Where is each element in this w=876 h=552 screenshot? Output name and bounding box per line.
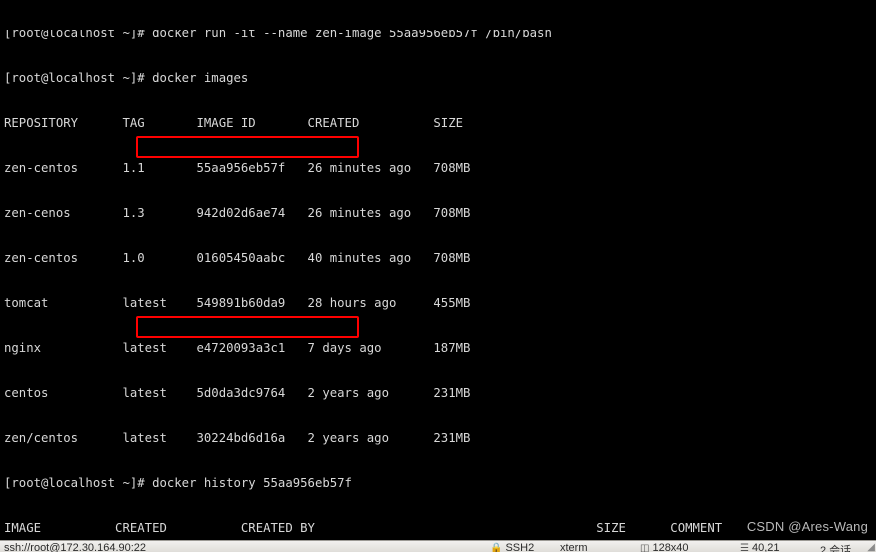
- status-connection: ssh://root@172.30.164.90:22: [4, 542, 147, 552]
- table-row: zen/centos latest 30224bd6d16a 2 years a…: [4, 431, 471, 445]
- status-size-label: 128x40: [652, 542, 689, 552]
- terminal-line-command: [root@localhost ~]# docker history 55aa9…: [4, 476, 352, 490]
- csdn-watermark: CSDN @Ares-Wang: [746, 519, 868, 534]
- terminal-line: [root@localhost ~]# docker run -it --nam…: [4, 30, 552, 40]
- status-terminal-type-label: xterm: [560, 542, 588, 552]
- terminal-output[interactable]: [root@localhost ~]# docker run -it --nam…: [0, 0, 876, 540]
- table-row: zen-centos 1.0 01605450aabc 40 minutes a…: [4, 251, 471, 265]
- terminal-size-icon: ◫: [640, 542, 650, 552]
- table-row: tomcat latest 549891b60da9 28 hours ago …: [4, 296, 471, 310]
- status-position[interactable]: ☰ 40,21: [740, 542, 780, 552]
- terminal-window: [root@localhost ~]# docker run -it --nam…: [0, 0, 876, 552]
- resize-grip-icon[interactable]: ◢: [867, 542, 875, 552]
- status-sessions-label: 2 会话: [820, 545, 852, 552]
- status-protocol-label: SSH2: [505, 542, 535, 552]
- status-sessions[interactable]: 2 会话: [820, 542, 851, 552]
- status-size[interactable]: ◫ 128x40: [640, 542, 689, 552]
- status-bar: ssh://root@172.30.164.90:22 🔒 SSH2 xterm…: [0, 540, 876, 552]
- table-row: zen-cenos 1.3 942d02d6ae74 26 minutes ag…: [4, 206, 471, 220]
- status-protocol[interactable]: 🔒 SSH2: [490, 542, 534, 552]
- images-table-header: REPOSITORY TAG IMAGE ID CREATED SIZE: [4, 116, 464, 130]
- history-table-header: IMAGE CREATED CREATED BY SIZE COMMENT: [4, 521, 723, 535]
- table-row: zen-centos 1.1 55aa956eb57f 26 minutes a…: [4, 161, 471, 175]
- status-terminal-type[interactable]: xterm: [560, 542, 588, 552]
- lock-icon: 🔒: [490, 542, 503, 552]
- table-row: centos latest 5d0da3dc9764 2 years ago 2…: [4, 386, 471, 400]
- table-row: nginx latest e4720093a3c1 7 days ago 187…: [4, 341, 471, 355]
- terminal-line-command: [root@localhost ~]# docker images: [4, 71, 249, 85]
- cursor-position-icon: ☰: [740, 542, 749, 552]
- status-position-label: 40,21: [751, 542, 780, 552]
